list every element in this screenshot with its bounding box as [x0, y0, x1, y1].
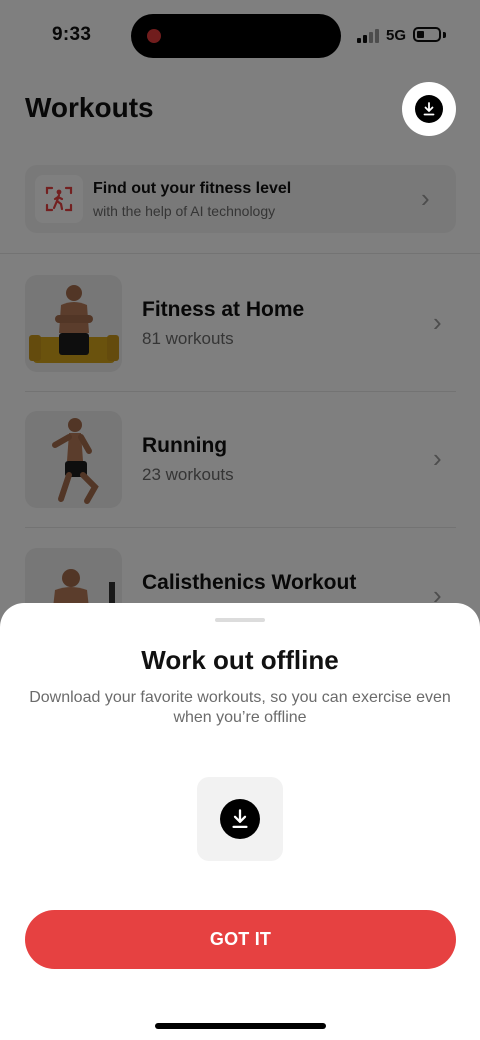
download-icon	[220, 799, 260, 839]
home-indicator[interactable]	[155, 1023, 326, 1029]
sheet-grabber[interactable]	[215, 618, 265, 622]
got-it-button[interactable]: GOT IT	[25, 910, 456, 969]
sheet-title: Work out offline	[141, 645, 339, 675]
offline-info-sheet: Work out offline Download your favorite …	[0, 603, 480, 1040]
download-button[interactable]	[402, 82, 456, 136]
sheet-description: Download your favorite workouts, so you …	[29, 689, 451, 726]
download-icon	[415, 95, 443, 123]
sheet-illustration	[197, 777, 283, 861]
